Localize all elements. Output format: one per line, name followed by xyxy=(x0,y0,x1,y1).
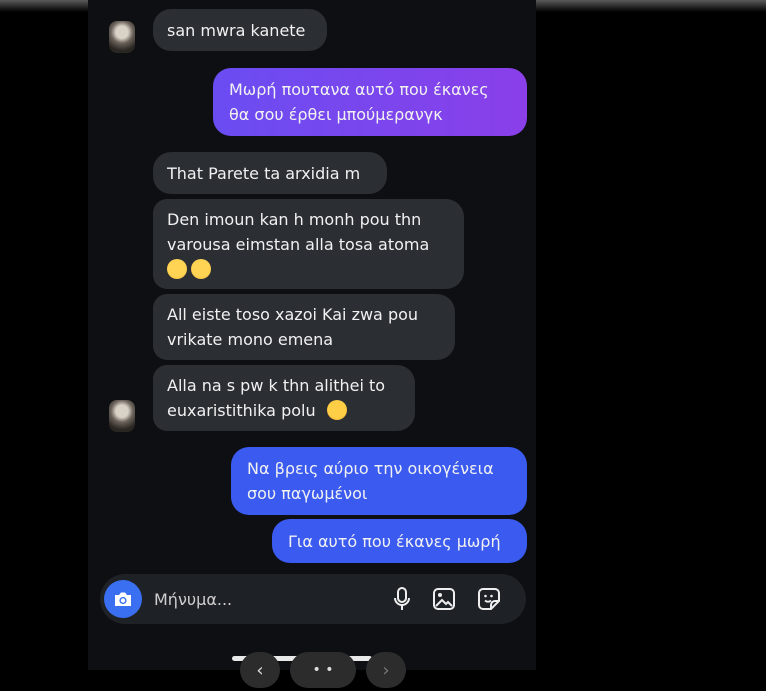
message-text-line: θα σου έρθει μπούμερανγκ xyxy=(229,105,443,124)
sender-avatar[interactable] xyxy=(109,21,135,53)
message-text-line: σου παγωμένοι xyxy=(247,484,368,503)
microphone-icon xyxy=(394,587,410,610)
message-text-line: varousa eimstan alla tosa atoma xyxy=(167,234,430,254)
emoji-row xyxy=(167,257,429,282)
smiling-blush-emoji-icon xyxy=(326,400,347,420)
message-text-line: All eiste toso xazoi Kai zwa pou xyxy=(167,305,419,324)
incoming-message[interactable]: That Parete ta arxidia m xyxy=(153,152,387,194)
incoming-message[interactable]: san mwra kanete xyxy=(153,9,327,51)
outgoing-message[interactable]: Μωρή πουτανα αυτό που έκανες θα σου έρθε… xyxy=(213,68,527,136)
dots-icon: • • xyxy=(312,662,334,678)
forward-button[interactable]: › xyxy=(366,652,406,688)
message-text-line: Alla na s pw k thn alithei to xyxy=(167,376,386,395)
camera-icon xyxy=(115,592,131,606)
tears-of-joy-emoji-icon xyxy=(167,258,187,279)
pager-dots[interactable]: • • xyxy=(290,652,356,688)
message-text: san mwra kanete xyxy=(167,20,306,40)
sender-avatar[interactable] xyxy=(109,400,135,432)
back-button[interactable]: ‹ xyxy=(240,652,280,688)
message-text: Για αυτό που έκανες μωρή xyxy=(288,531,501,551)
message-composer xyxy=(100,574,526,624)
incoming-message[interactable]: Den imoun kan h monh pou thn varousa eim… xyxy=(153,199,464,289)
message-text-line-with-emoji: euxaristithika polu xyxy=(167,398,385,423)
gallery-button[interactable] xyxy=(430,585,458,613)
sticker-button[interactable] xyxy=(475,585,503,613)
outgoing-message[interactable]: Να βρεις αύριο την οικογένεια σου παγωμέ… xyxy=(231,447,527,515)
message-text-line: Να βρεις αύριο την οικογένεια xyxy=(247,459,494,478)
chevron-left-icon: ‹ xyxy=(256,659,264,681)
message-text-line: Den imoun kan h monh pou thn xyxy=(167,209,422,229)
chevron-right-icon: › xyxy=(382,659,390,681)
camera-button[interactable] xyxy=(104,580,142,618)
message-text-line: euxaristithika polu xyxy=(167,401,316,420)
message-text-line: vrikate mono emena xyxy=(167,330,334,349)
message-text: That Parete ta arxidia m xyxy=(167,163,361,183)
message-input[interactable] xyxy=(154,574,374,624)
outgoing-message[interactable]: Για αυτό που έκανες μωρή xyxy=(272,519,527,563)
message-text-line: Μωρή πουτανα αυτό που έκανες xyxy=(229,80,489,99)
incoming-message[interactable]: All eiste toso xazoi Kai zwa pou vrikate… xyxy=(153,294,455,360)
sticker-icon xyxy=(478,588,500,610)
image-icon xyxy=(433,588,455,610)
tears-of-joy-emoji-icon xyxy=(191,258,211,279)
microphone-button[interactable] xyxy=(388,585,416,613)
incoming-message[interactable]: Alla na s pw k thn alithei to euxaristit… xyxy=(153,365,415,431)
